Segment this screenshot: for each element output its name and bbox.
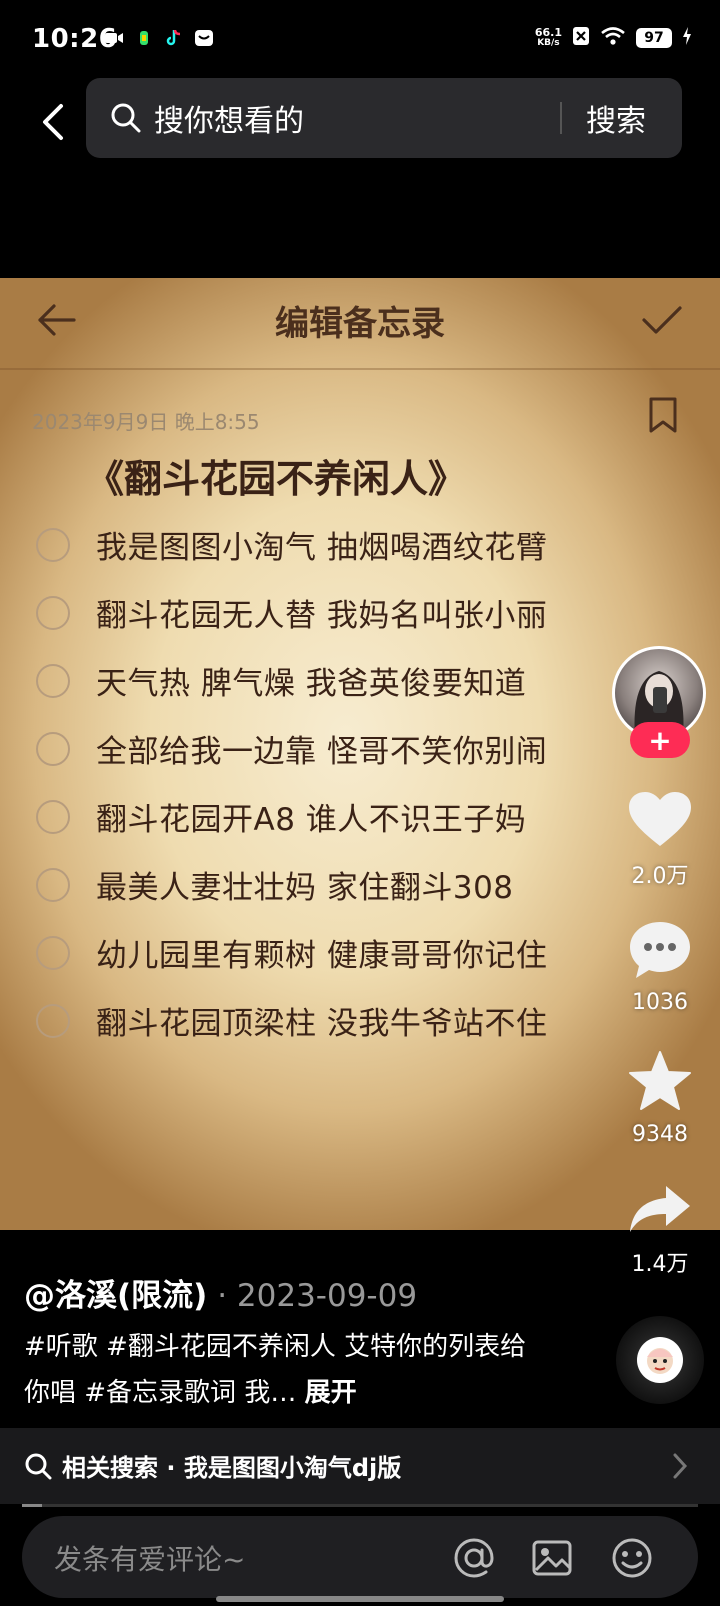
comment-bubble-icon [630,922,690,978]
message-icon [194,28,214,48]
related-search-bar[interactable]: 相关搜索 · 我是图图小淘气dj版 [0,1428,720,1504]
search-bar[interactable]: 搜你想看的 搜索 [86,78,682,158]
memo-title: 编辑备忘录 [275,304,445,344]
heart-icon [629,792,691,846]
star-icon [629,1051,691,1110]
game-icon [134,28,154,48]
comment-count: 1036 [632,990,688,1015]
chevron-right-icon [672,1452,688,1487]
status-right: 66.1 KB/s 97 [535,26,692,50]
follow-button[interactable]: + [630,722,690,758]
search-icon [110,102,142,138]
todo-checkbox [36,867,70,902]
wifi-icon [600,26,626,50]
favorite-button[interactable]: 9348 [612,1050,708,1147]
todo-checkbox [36,1003,70,1038]
todo-item: 我是图图小淘气 抽烟喝酒纹花臂 [36,522,547,567]
todo-item: 天气热 脾气燥 我爸英俊要知道 [36,658,526,703]
comment-button[interactable]: 1036 [612,920,708,1015]
todo-text: 幼儿园里有颗树 健康哥哥你记住 [96,938,548,974]
mention-at-icon[interactable] [452,1536,496,1580]
back-arrow-icon [43,104,63,140]
tiktok-icon [164,28,184,48]
music-cover-icon [637,1337,683,1383]
related-search-icon [24,1452,52,1484]
todo-item: 最美人妻壮壮妈 家住翻斗308 [36,862,514,907]
todo-text: 翻斗花园顶梁柱 没我牛爷站不住 [96,1006,548,1042]
todo-item: 翻斗花园开A8 谁人不识王子妈 [36,794,526,839]
search-input[interactable]: 搜你想看的 [154,96,304,140]
todo-checkbox [36,663,70,698]
todo-item: 翻斗花园无人替 我妈名叫张小丽 [36,590,547,635]
todo-item: 幼儿园里有颗树 健康哥哥你记住 [36,930,547,975]
todo-checkbox [36,799,70,834]
post-date: · 2023-09-09 [217,1278,418,1314]
comment-bar[interactable]: 发条有爱评论~ [22,1516,698,1598]
video-progress-fill [22,1504,43,1507]
related-search-label: 相关搜索 · 我是图图小淘气dj版 [62,1454,402,1482]
home-indicator [216,1596,504,1602]
todo-text: 全部给我一边靠 怪哥不笑你别闹 [96,734,548,770]
post-description-text: #听歌 #翻斗花园不养闲人 艾特你的列表给你唱 #备忘录歌词 我… [24,1332,527,1408]
video-camera-icon [104,28,124,48]
memo-date: 2023年9月9日 晚上8:55 [32,410,260,434]
memo-heading: 《翻斗花园不养闲人》 [86,457,467,501]
comment-input[interactable]: 发条有爱评论~ [54,1538,245,1578]
todo-text: 翻斗花园无人替 我妈名叫张小丽 [96,598,548,634]
memo-header: 编辑备忘录 [0,278,720,370]
checkmark-icon [640,298,684,346]
search-divider [560,102,562,134]
bookmark-icon [648,396,678,438]
todo-text: 我是图图小淘气 抽烟喝酒纹花臂 [96,530,548,566]
todo-checkbox [36,595,70,630]
like-button[interactable]: 2.0万 [612,790,708,890]
search-button[interactable]: 搜索 [586,96,646,140]
music-disc[interactable] [616,1316,704,1404]
share-count: 1.4万 [631,1252,689,1277]
todo-checkbox [36,731,70,766]
video-progress-track[interactable] [22,1504,698,1507]
net-speed-unit: KB/s [537,38,560,48]
net-speed: 66.1 KB/s [535,27,562,49]
net-speed-value: 66.1 [534,26,562,39]
back-button[interactable] [22,92,82,152]
post-description[interactable]: #听歌 #翻斗花园不养闲人 艾特你的列表给你唱 #备忘录歌词 我… 展开 [24,1324,544,1416]
todo-checkbox [36,935,70,970]
share-arrow-icon [630,1186,690,1232]
expand-link[interactable]: 展开 [305,1378,357,1408]
image-icon[interactable] [530,1536,574,1580]
share-button[interactable]: 1.4万 [612,1184,708,1278]
todo-text: 天气热 脾气燥 我爸英俊要知道 [96,666,527,702]
sim-off-icon [572,26,590,50]
todo-checkbox [36,527,70,562]
emoji-icon[interactable] [610,1536,654,1580]
status-bar: 10:26 66.1 KB/s 97 [0,0,720,80]
author-line: @洛溪(限流) · 2023-09-09 [24,1270,417,1315]
charging-icon [682,26,692,50]
todo-item: 全部给我一边靠 怪哥不笑你别闹 [36,726,547,771]
todo-text: 翻斗花园开A8 谁人不识王子妈 [96,802,527,838]
author-name[interactable]: @洛溪(限流) [24,1278,207,1314]
favorite-count: 9348 [632,1122,688,1147]
todo-text: 最美人妻壮壮妈 家住翻斗308 [96,870,514,906]
todo-item: 翻斗花园顶梁柱 没我牛爷站不住 [36,998,547,1043]
like-count: 2.0万 [631,864,689,889]
battery-indicator: 97 [636,28,672,48]
notification-icons [104,28,214,48]
